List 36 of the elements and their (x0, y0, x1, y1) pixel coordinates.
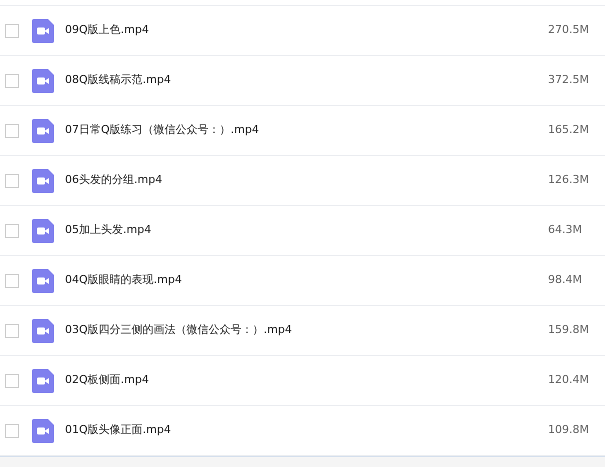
file-name[interactable]: 01Q版头像正面.mp4 (65, 422, 548, 439)
file-name[interactable]: 09Q版上色.mp4 (65, 22, 548, 39)
checkbox[interactable] (5, 324, 19, 338)
file-name[interactable]: 03Q版四分三侧的画法（微信公众号：）.mp4 (65, 322, 548, 339)
file-name[interactable]: 05加上头发.mp4 (65, 222, 548, 239)
file-name[interactable]: 02Q板侧面.mp4 (65, 372, 548, 389)
checkbox[interactable] (5, 274, 19, 288)
video-file-icon (32, 268, 54, 292)
file-size: 109.8M (548, 422, 590, 438)
checkbox[interactable] (5, 224, 19, 238)
video-file-icon (32, 418, 54, 442)
file-size: 120.4M (548, 372, 590, 388)
checkbox[interactable] (5, 174, 19, 188)
checkbox[interactable] (5, 24, 19, 38)
file-size: 159.8M (548, 322, 590, 338)
checkbox[interactable] (5, 424, 19, 438)
file-size: 270.5M (548, 22, 590, 38)
file-name[interactable]: 07日常Q版练习（微信公众号：）.mp4 (65, 122, 548, 139)
video-file-icon (32, 118, 54, 142)
file-name[interactable]: 06头发的分组.mp4 (65, 172, 548, 189)
checkbox[interactable] (5, 74, 19, 88)
file-name[interactable]: 04Q版眼睛的表现.mp4 (65, 272, 548, 289)
file-size: 165.2M (548, 122, 590, 138)
file-size: 372.5M (548, 72, 590, 88)
checkbox[interactable] (5, 124, 19, 138)
video-file-icon (32, 18, 54, 42)
checkbox[interactable] (5, 374, 19, 388)
file-size: 98.4M (548, 272, 583, 288)
video-file-icon (32, 368, 54, 392)
file-size: 64.3M (548, 222, 583, 238)
video-file-icon (32, 218, 54, 242)
file-name[interactable]: 08Q版线稿示范.mp4 (65, 72, 548, 89)
file-size: 126.3M (548, 172, 590, 188)
video-file-icon (32, 318, 54, 342)
video-file-icon (32, 68, 54, 92)
video-file-icon (32, 168, 54, 192)
